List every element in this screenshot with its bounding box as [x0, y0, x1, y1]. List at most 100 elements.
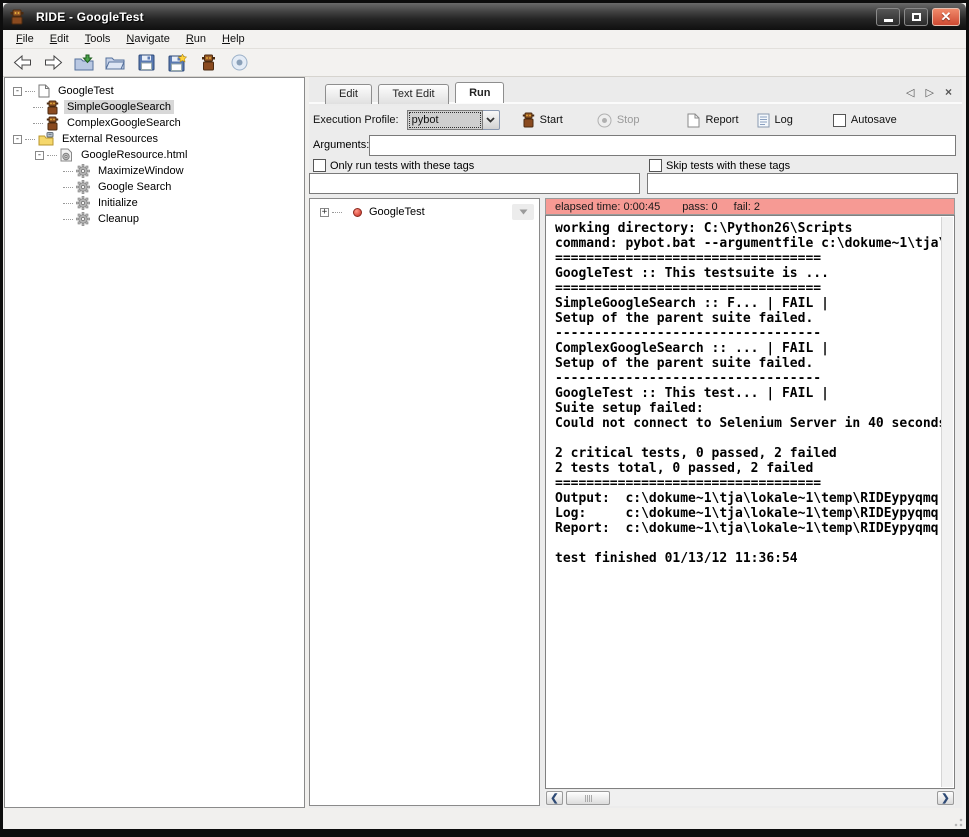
tree-item-initialize[interactable]: Initialize [5, 195, 304, 211]
window-title: RIDE - GoogleTest [36, 10, 144, 24]
collapse-icon[interactable]: - [35, 151, 44, 160]
menu-help[interactable]: Help [215, 31, 252, 47]
stop-icon [597, 113, 612, 128]
log-button[interactable]: Log [753, 111, 797, 130]
tab-close-icon[interactable]: × [945, 85, 952, 99]
only-run-tags-toggle[interactable]: Only run tests with these tags [313, 159, 474, 172]
tab-edit[interactable]: Edit [325, 84, 372, 104]
log-page-icon [757, 113, 770, 128]
skip-tags-checkbox[interactable] [649, 159, 662, 172]
open-directory-button[interactable] [103, 52, 127, 74]
tab-run[interactable]: Run [455, 82, 504, 103]
tree-item-cleanup[interactable]: Cleanup [5, 211, 304, 227]
open-suite-button[interactable] [72, 52, 96, 74]
fail-count: fail: 2 [734, 201, 760, 213]
back-arrow-icon [13, 55, 32, 70]
robot-icon [201, 54, 216, 71]
tree-item-label[interactable]: Google Search [95, 180, 174, 194]
tree-item-label[interactable]: SimpleGoogleSearch [64, 100, 174, 114]
console-line: ---------------------------------- [555, 326, 954, 341]
chevron-down-icon[interactable] [483, 110, 500, 130]
skip-tags-input[interactable] [647, 173, 958, 194]
autosave-toggle[interactable]: Autosave [829, 112, 901, 129]
console-line: Could not connect to Selenium Server in … [555, 416, 954, 431]
collapse-icon[interactable]: - [13, 87, 22, 96]
test-tree-root-label[interactable]: GoogleTest [369, 206, 425, 218]
tree-item-maximizewindow[interactable]: MaximizeWindow [5, 163, 304, 179]
only-run-tags-checkbox[interactable] [313, 159, 326, 172]
arguments-input[interactable] [369, 135, 956, 156]
app-window: RIDE - GoogleTest ✕ File Edit Tools Navi… [0, 0, 969, 837]
test-tree-root[interactable]: + GoogleTest [320, 206, 539, 218]
tree-item-complexgooglesearch[interactable]: ComplexGoogleSearch [5, 115, 304, 131]
autosave-checkbox[interactable] [833, 114, 846, 127]
go-back-button[interactable] [10, 52, 34, 74]
menu-edit[interactable]: Edit [43, 31, 76, 47]
menubar: File Edit Tools Navigate Run Help [3, 30, 966, 49]
expand-icon[interactable]: + [320, 208, 329, 217]
maximize-icon [912, 13, 921, 21]
go-forward-button[interactable] [41, 52, 65, 74]
scroll-left-icon[interactable]: ❮ [546, 791, 563, 805]
skip-tags-toggle[interactable]: Skip tests with these tags [649, 159, 790, 172]
resize-grip[interactable] [951, 815, 963, 827]
tab-text-edit[interactable]: Text Edit [378, 84, 448, 104]
project-tree-panel: - GoogleTest SimpleGoogleSearch ComplexG… [4, 77, 305, 808]
scroll-right-icon[interactable]: ❯ [937, 791, 954, 805]
menu-navigate[interactable]: Navigate [119, 31, 176, 47]
tab-scroll-left-icon[interactable]: ◁ [906, 86, 914, 99]
console-line: Output: c:\dokume~1\tja\lokale~1\temp\RI… [555, 491, 954, 506]
maximize-button[interactable] [904, 8, 928, 26]
elapsed-time: elapsed time: 0:00:45 [555, 201, 660, 213]
scrollbar-thumb[interactable] [566, 791, 610, 805]
gear-icon [76, 180, 90, 194]
pass-count: pass: 0 [682, 201, 717, 213]
report-button[interactable]: Report [683, 111, 742, 130]
tree-item-external-resources[interactable]: - External Resources [5, 131, 304, 147]
titlebar[interactable]: RIDE - GoogleTest ✕ [3, 3, 966, 30]
close-icon: ✕ [941, 10, 952, 23]
menu-run[interactable]: Run [179, 31, 213, 47]
stop-button[interactable]: Stop [593, 111, 644, 130]
save-button[interactable] [134, 52, 158, 74]
save-all-button[interactable] [165, 52, 189, 74]
tree-item-googletest[interactable]: - GoogleTest [5, 83, 304, 99]
resource-file-icon [60, 148, 73, 162]
tree-item-googleresource[interactable]: - GoogleResource.html [5, 147, 304, 163]
tree-item-google-search[interactable]: Google Search [5, 179, 304, 195]
tree-item-label[interactable]: Cleanup [95, 212, 142, 226]
tree-item-label[interactable]: MaximizeWindow [95, 164, 187, 178]
arguments-label: Arguments: [313, 139, 369, 151]
console-output[interactable]: working directory: C:\Python26\Scripts c… [545, 215, 955, 789]
close-button[interactable]: ✕ [932, 8, 960, 26]
console-line: Setup of the parent suite failed. [555, 311, 954, 326]
test-status-fail-icon [353, 208, 362, 217]
console-line: ComplexGoogleSearch :: ... | FAIL | [555, 341, 954, 356]
tree-item-label[interactable]: External Resources [59, 132, 161, 146]
tree-item-label[interactable]: GoogleResource.html [78, 148, 190, 162]
menu-file[interactable]: File [9, 31, 41, 47]
collapse-icon[interactable]: - [13, 135, 22, 144]
console-line: ================================== [555, 281, 954, 296]
tab-scroll-right-icon[interactable]: ▷ [926, 86, 934, 99]
run-robot-button[interactable] [196, 52, 220, 74]
tree-item-label[interactable]: GoogleTest [55, 84, 117, 98]
app-robot-icon [9, 9, 25, 25]
execution-profile-select[interactable]: pybot [407, 110, 500, 130]
execution-row: Execution Profile: pybot Start Stop Repo… [313, 108, 958, 132]
minimize-button[interactable] [876, 8, 900, 26]
tree-item-label[interactable]: Initialize [95, 196, 141, 210]
horizontal-scrollbar[interactable]: ❮ ❯ [545, 790, 955, 806]
start-button[interactable]: Start [518, 110, 567, 130]
console-panel: elapsed time: 0:00:45 pass: 0 fail: 2 wo… [545, 198, 955, 806]
tree-options-dropdown[interactable] [512, 204, 534, 220]
tree-item-simplegooglesearch[interactable]: SimpleGoogleSearch [5, 99, 304, 115]
file-icon [38, 84, 50, 98]
stop-button-toolbar[interactable] [227, 52, 251, 74]
tree-item-label[interactable]: ComplexGoogleSearch [64, 116, 184, 130]
vertical-scrollbar[interactable] [941, 217, 953, 787]
only-run-tags-input[interactable] [309, 173, 640, 194]
robot-icon [46, 116, 59, 131]
menu-tools[interactable]: Tools [78, 31, 118, 47]
execution-profile-value[interactable]: pybot [407, 110, 483, 130]
